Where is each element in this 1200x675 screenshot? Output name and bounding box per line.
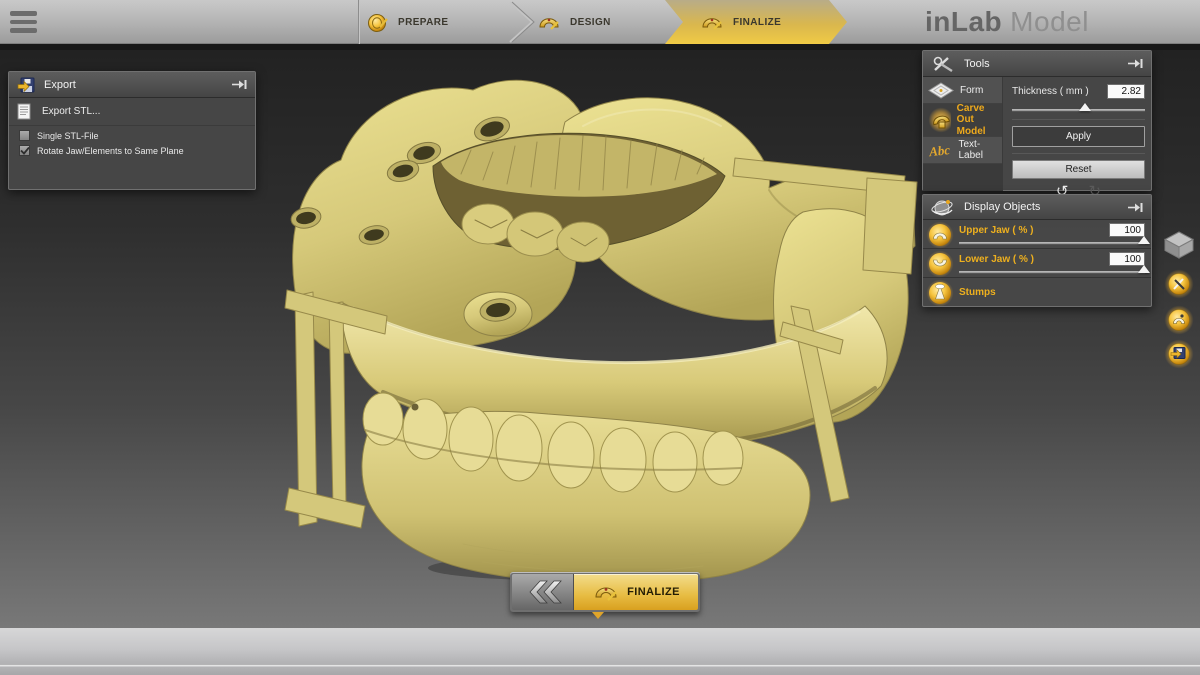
tools-panel: Tools Form	[922, 50, 1152, 191]
upper-jaw-value-field[interactable]: 100	[1109, 223, 1145, 237]
lower-jaw-value-field[interactable]: 100	[1109, 252, 1145, 266]
dock-tools-button[interactable]	[1164, 269, 1194, 304]
form-icon	[928, 82, 954, 99]
upper-jaw-label: Upper Jaw ( % )	[959, 225, 1033, 236]
tab-design[interactable]: DESIGN	[536, 0, 611, 44]
rotate-jaw-checkbox[interactable]: Rotate Jaw/Elements to Same Plane	[19, 145, 255, 156]
dock-tools-icon	[1164, 269, 1194, 299]
rotate-jaw-label: Rotate Jaw/Elements to Same Plane	[37, 146, 184, 156]
dock-display-objects-icon	[1164, 305, 1194, 335]
finalize-step-icon	[699, 10, 725, 34]
upper-jaw-icon[interactable]	[926, 221, 954, 249]
prepare-step-label: PREPARE	[398, 17, 448, 28]
tools-panel-collapse-icon[interactable]	[1127, 58, 1143, 69]
tools-panel-title: Tools	[964, 58, 1127, 70]
step-separator-icon	[506, 0, 536, 44]
tools-icon	[931, 55, 955, 73]
export-stl-label: Export STL...	[42, 106, 100, 117]
stl-document-icon	[17, 103, 31, 120]
lower-jaw-icon[interactable]	[926, 250, 954, 278]
tab-prepare[interactable]: PREPARE	[366, 0, 448, 44]
tools-panel-header: Tools	[923, 51, 1151, 77]
display-objects-panel: Display Objects Upper Jaw ( % ) 100 Lowe	[922, 194, 1152, 307]
tool-text-label-button[interactable]: Abc Text-Label	[923, 137, 1002, 164]
finalize-control: FINALIZE	[510, 572, 700, 612]
finalize-button-label: FINALIZE	[627, 586, 680, 598]
export-panel: Export Export STL... Single STL-File Rot…	[8, 71, 256, 190]
single-stl-label: Single STL-File	[37, 131, 99, 141]
reset-button[interactable]: Reset	[1012, 160, 1145, 179]
export-panel-header: Export	[9, 72, 255, 98]
single-stl-checkbox-box[interactable]	[19, 130, 30, 141]
export-panel-collapse-icon[interactable]	[231, 79, 247, 90]
dock-export-icon	[1164, 339, 1194, 369]
view-cube-button[interactable]	[1162, 231, 1196, 264]
topbar-shadow-strip	[0, 44, 1200, 50]
lower-jaw-label: Lower Jaw ( % )	[959, 254, 1034, 265]
upper-jaw-row: Upper Jaw ( % ) 100	[923, 220, 1151, 249]
inlab-model-app: PREPARE DESIGN FINALIZE inLab Model	[0, 0, 1200, 675]
tab-finalize[interactable]: FINALIZE	[665, 0, 847, 44]
thickness-value-field[interactable]: 2.82	[1107, 84, 1145, 99]
tool-carve-out-button[interactable]: Carve Out Model	[923, 104, 1002, 137]
export-stl-button[interactable]: Export STL...	[9, 98, 255, 126]
topbar-divider	[358, 0, 359, 44]
text-label-icon: Abc	[928, 141, 953, 159]
lower-jaw-row: Lower Jaw ( % ) 100	[923, 249, 1151, 278]
thickness-slider[interactable]	[1012, 103, 1145, 113]
upper-jaw-slider-thumb[interactable]	[1138, 236, 1150, 244]
finalize-button[interactable]: FINALIZE	[574, 574, 698, 610]
single-stl-checkbox[interactable]: Single STL-File	[19, 130, 255, 141]
bottom-bar	[0, 628, 1200, 675]
tools-left-filler	[923, 164, 1002, 191]
apply-button[interactable]: Apply	[1012, 126, 1145, 147]
tool-form-label: Form	[960, 85, 983, 96]
thickness-label: Thickness ( mm )	[1012, 86, 1089, 97]
design-step-icon	[536, 10, 562, 34]
svg-text:Abc: Abc	[928, 142, 951, 159]
divider	[1012, 119, 1145, 120]
divider	[1012, 153, 1145, 154]
lower-jaw-slider[interactable]	[959, 265, 1145, 275]
display-objects-header: Display Objects	[923, 195, 1151, 220]
design-step-label: DESIGN	[570, 17, 611, 28]
upper-jaw-slider[interactable]	[959, 236, 1145, 246]
finalize-pointer-icon	[592, 612, 604, 619]
export-icon	[17, 77, 35, 93]
export-panel-title: Export	[44, 79, 231, 91]
dental-model-3d	[283, 74, 923, 584]
finalize-step-label: FINALIZE	[733, 17, 781, 28]
stumps-label: Stumps	[959, 287, 996, 298]
tool-form-button[interactable]: Form	[923, 77, 1002, 104]
dock-export-button[interactable]	[1164, 339, 1194, 374]
menu-button[interactable]	[10, 11, 37, 33]
prepare-step-icon	[366, 10, 390, 34]
back-chevrons-icon	[521, 579, 565, 605]
thickness-slider-thumb[interactable]	[1079, 103, 1091, 111]
tool-text-label-label: Text-Label	[959, 139, 1003, 161]
display-objects-title: Display Objects	[964, 201, 1127, 213]
dock-display-objects-button[interactable]	[1164, 305, 1194, 340]
app-logo-light: Model	[1010, 6, 1089, 38]
app-logo: inLab Model	[925, 5, 1089, 39]
display-objects-collapse-icon[interactable]	[1127, 202, 1143, 213]
stumps-icon[interactable]	[926, 279, 954, 307]
carve-out-icon	[928, 107, 951, 133]
finalize-button-icon	[592, 579, 620, 605]
lower-jaw-slider-thumb[interactable]	[1138, 265, 1150, 273]
tool-carve-out-label: Carve Out Model	[957, 103, 1002, 138]
upper-jaw-slider-track[interactable]	[959, 242, 1145, 245]
rotate-jaw-checkbox-box[interactable]	[19, 145, 30, 156]
app-logo-bold: inLab	[925, 6, 1002, 38]
display-objects-icon	[931, 196, 955, 218]
top-bar: PREPARE DESIGN FINALIZE inLab Model	[0, 0, 1200, 44]
check-icon	[20, 146, 29, 155]
previous-step-button[interactable]	[512, 574, 574, 610]
lower-jaw-slider-track[interactable]	[959, 271, 1145, 274]
view-cube-icon	[1162, 231, 1196, 259]
stumps-row: Stumps	[923, 278, 1151, 308]
